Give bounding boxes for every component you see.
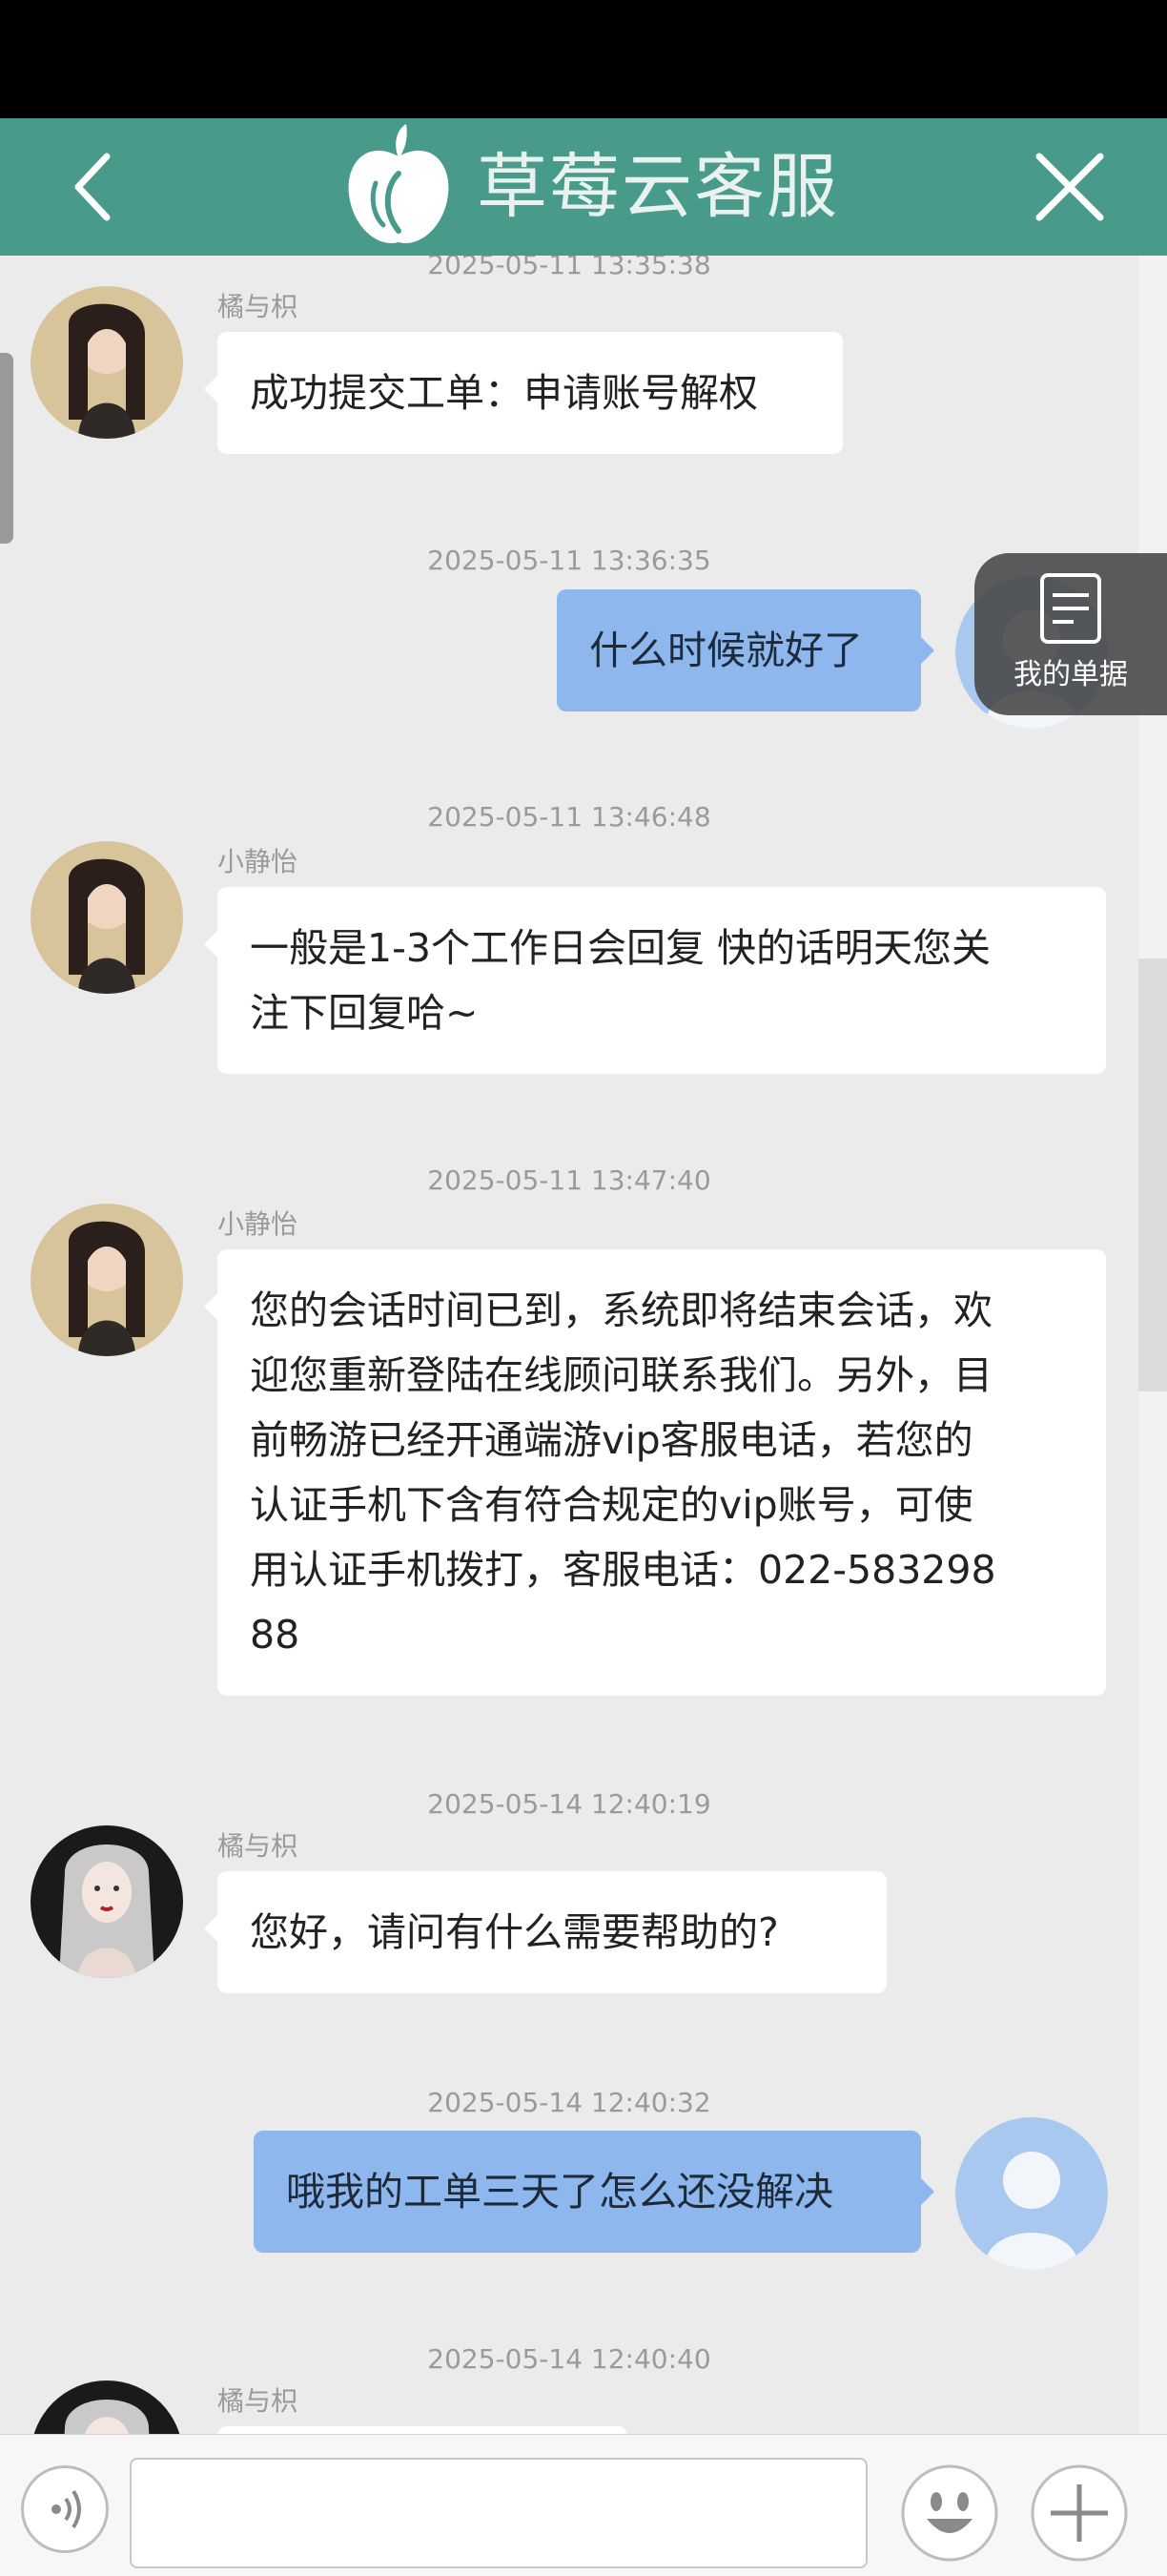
document-icon bbox=[1039, 572, 1102, 645]
input-bar bbox=[0, 2434, 1167, 2576]
chat-message-list[interactable]: 2025-05-11 13:35:38 橘与枳 成功提交工单：申请账号解权 20… bbox=[0, 256, 1138, 2434]
outgoing-message-bubble: 什么时候就好了 bbox=[557, 589, 934, 711]
message-timestamp: 2025-05-11 13:47:40 bbox=[427, 1164, 711, 1196]
incoming-message-bubble: 成功提交工单：申请账号解权 bbox=[204, 332, 843, 454]
close-icon[interactable] bbox=[1030, 147, 1110, 227]
chevron-left-icon[interactable] bbox=[57, 147, 137, 227]
my-tickets-button[interactable]: 我的单据 bbox=[974, 553, 1167, 715]
message-timestamp: 2025-05-14 12:40:32 bbox=[427, 2087, 711, 2118]
header-bar: 草莓云客服 bbox=[0, 118, 1167, 256]
sender-name: 橘与枳 bbox=[217, 2385, 298, 2417]
outgoing-message-bubble: 哦我的工单三天了怎么还没解决 bbox=[254, 2131, 934, 2253]
chat-scrollbar[interactable] bbox=[1138, 958, 1167, 1391]
emoji-icon[interactable] bbox=[900, 2463, 999, 2563]
message-input[interactable] bbox=[130, 2458, 868, 2568]
incoming-message-bubble bbox=[217, 2426, 627, 2434]
sender-name: 小静怡 bbox=[217, 846, 298, 877]
status-bar bbox=[0, 0, 1167, 118]
strawberry-logo-icon bbox=[339, 120, 458, 254]
agent-photo-avatar bbox=[31, 841, 183, 994]
agent-photo-avatar bbox=[31, 1204, 183, 1356]
incoming-message-bubble: 您的会话时间已到，系统即将结束会话，欢 迎您重新登陆在线顾问联系我们。另外，目 … bbox=[204, 1249, 1106, 1696]
plus-icon[interactable] bbox=[1030, 2463, 1129, 2563]
voice-icon[interactable] bbox=[21, 2465, 109, 2553]
agent-illustrated-avatar bbox=[31, 2380, 183, 2434]
agent-photo-avatar bbox=[31, 286, 183, 439]
agent-illustrated-avatar bbox=[31, 1825, 183, 1978]
message-timestamp: 2025-05-14 12:40:19 bbox=[427, 1788, 711, 1820]
my-tickets-label: 我的单据 bbox=[1013, 658, 1128, 691]
user-default-avatar bbox=[955, 2117, 1108, 2270]
sender-name: 橘与枳 bbox=[217, 1830, 298, 1862]
incoming-message-bubble: 一般是1-3个工作日会回复 快的话明天您关 注下回复哈~ bbox=[204, 887, 1106, 1074]
sender-name: 小静怡 bbox=[217, 1208, 298, 1240]
message-timestamp: 2025-05-14 12:40:40 bbox=[427, 2343, 711, 2375]
side-drawer-handle[interactable] bbox=[0, 353, 13, 544]
sender-name: 橘与枳 bbox=[217, 291, 298, 322]
message-timestamp: 2025-05-11 13:36:35 bbox=[427, 545, 711, 576]
incoming-message-bubble: 您好，请问有什么需要帮助的? bbox=[204, 1871, 887, 1993]
page-title: 草莓云客服 bbox=[477, 146, 839, 228]
message-timestamp: 2025-05-11 13:46:48 bbox=[427, 801, 711, 833]
message-timestamp: 2025-05-11 13:35:38 bbox=[427, 256, 711, 280]
